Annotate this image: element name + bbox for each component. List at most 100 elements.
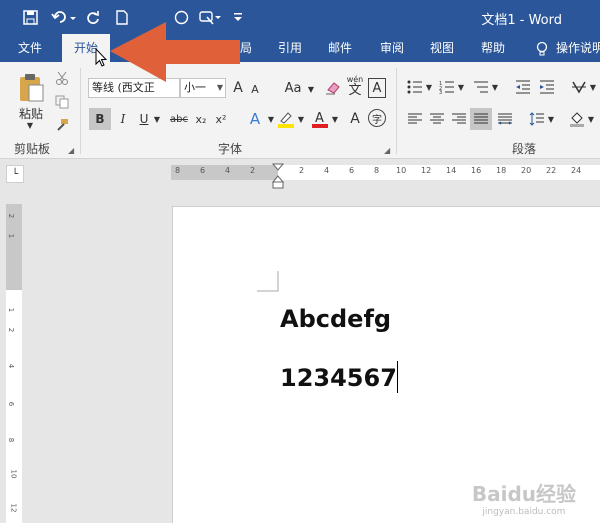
enclose-characters-button[interactable]: 字 <box>368 109 386 127</box>
svg-text:3: 3 <box>439 90 442 94</box>
character-shading-button[interactable]: A <box>346 108 364 130</box>
document-page[interactable]: Abcdefg 1234567 <box>172 206 600 523</box>
tab-references[interactable]: 引用 <box>268 34 312 62</box>
bold-button[interactable]: B <box>89 108 111 130</box>
ruler-tick: 22 <box>546 166 557 175</box>
horizontal-ruler[interactable]: 8 6 4 2 2 4 6 8 10 12 14 16 18 20 22 24 <box>171 165 600 180</box>
ruler-tick: 12 <box>421 166 432 175</box>
ruler-tick: 8 <box>7 437 16 443</box>
align-right-icon[interactable] <box>450 110 468 128</box>
ruler-tick: 6 <box>349 166 355 175</box>
underline-chevron-icon[interactable]: ▼ <box>152 108 162 130</box>
paste-options-chevron-icon[interactable]: ▼ <box>24 120 36 130</box>
vertical-ruler[interactable]: 2 1 1 2 4 6 8 10 12 <box>6 204 22 523</box>
chinese-layout-icon[interactable] <box>570 78 588 96</box>
group-separator <box>396 68 397 154</box>
clipboard-group-label: 剪贴板 <box>14 142 51 156</box>
format-painter-icon[interactable] <box>54 117 70 133</box>
tab-mailings[interactable]: 邮件 <box>318 34 362 62</box>
text-effects-chevron-icon[interactable]: ▼ <box>266 110 276 128</box>
group-separator <box>80 68 81 154</box>
ruler-tick: 4 <box>7 363 16 369</box>
ruler-tick: 18 <box>496 166 507 175</box>
ruler-tick: 6 <box>7 401 16 407</box>
font-launcher-icon[interactable]: ◢ <box>384 146 390 155</box>
numbering-icon[interactable]: 123 <box>438 78 456 96</box>
character-border-button[interactable]: A <box>368 78 386 98</box>
tab-file[interactable]: 文件 <box>8 34 52 62</box>
document-text-line-2-text: 1234567 <box>280 364 397 392</box>
line-spacing-chevron-icon[interactable]: ▼ <box>546 112 556 126</box>
distributed-icon[interactable] <box>496 110 514 128</box>
ruler-tick: 4 <box>225 166 231 175</box>
paste-label[interactable]: 粘贴 <box>14 106 48 121</box>
font-group-label: 字体 <box>218 142 243 156</box>
ruler-tick: 20 <box>521 166 532 175</box>
copy-icon[interactable] <box>54 94 70 110</box>
cut-icon[interactable] <box>54 70 70 86</box>
justify-icon[interactable] <box>470 108 492 130</box>
ruler-tick: 8 <box>175 166 181 175</box>
watermark-url: jingyan.baidu.com <box>482 507 566 517</box>
text-effects-button[interactable]: A <box>244 108 266 130</box>
phonetic-guide-button[interactable]: wén 文 <box>346 74 364 100</box>
increase-indent-icon[interactable] <box>538 78 556 96</box>
highlight-chevron-icon[interactable]: ▼ <box>296 110 306 128</box>
ruler-tick: 12 <box>9 503 18 513</box>
document-text-line-2[interactable]: 1234567 <box>280 361 398 393</box>
italic-button[interactable]: I <box>114 108 132 130</box>
numbering-chevron-icon[interactable]: ▼ <box>456 80 466 94</box>
ruler-tick: 2 <box>7 213 16 219</box>
ruler-tick: 2 <box>7 327 16 333</box>
highlight-icon[interactable] <box>276 108 296 130</box>
clipboard-launcher-icon[interactable]: ◢ <box>68 146 74 155</box>
redo-icon[interactable] <box>84 8 102 26</box>
decrease-indent-icon[interactable] <box>514 78 532 96</box>
margin-corner-mark <box>257 271 279 292</box>
title-bar: 文档1 - Word <box>0 0 600 34</box>
text-cursor <box>396 361 398 393</box>
document-text-line-1[interactable]: Abcdefg <box>280 305 391 333</box>
multilevel-list-icon[interactable] <box>472 78 490 96</box>
window-title: 文档1 - Word <box>481 13 562 28</box>
tell-me-search[interactable]: 操作说明 <box>556 34 600 62</box>
font-color-chevron-icon[interactable]: ▼ <box>330 110 340 128</box>
shading-chevron-icon[interactable]: ▼ <box>586 112 596 126</box>
paste-icon[interactable] <box>14 72 48 104</box>
align-left-icon[interactable] <box>406 110 424 128</box>
line-spacing-icon[interactable] <box>528 110 546 128</box>
ruler-tick: 2 <box>299 166 305 175</box>
ruler-tick: 4 <box>324 166 330 175</box>
tab-view[interactable]: 视图 <box>420 34 464 62</box>
chinese-layout-chevron-icon[interactable]: ▼ <box>588 80 598 94</box>
align-center-icon[interactable] <box>428 110 446 128</box>
ruler-tick: 14 <box>446 166 457 175</box>
undo-icon[interactable] <box>50 8 78 26</box>
indent-marker-icon[interactable] <box>272 163 284 189</box>
tab-help[interactable]: 帮助 <box>471 34 515 62</box>
lightbulb-icon <box>534 40 550 58</box>
save-icon[interactable] <box>20 8 40 26</box>
ruler-tick: 6 <box>200 166 206 175</box>
tab-selector-icon[interactable]: └ <box>6 165 24 183</box>
superscript-button[interactable]: x² <box>212 108 230 130</box>
multilevel-chevron-icon[interactable]: ▼ <box>490 80 500 94</box>
underline-button[interactable]: U <box>136 108 152 130</box>
change-case-button[interactable]: Aa <box>280 78 306 98</box>
ruler-tick: 10 <box>396 166 407 175</box>
strikethrough-button[interactable]: abc <box>168 108 190 130</box>
annotation-arrow-icon <box>110 22 240 82</box>
paragraph-group-label: 段落 <box>512 142 537 156</box>
ruler-tick: 8 <box>374 166 380 175</box>
phonetic-char: 文 <box>348 83 362 98</box>
ribbon: 粘贴 ▼ 剪贴板 ◢ 等线 (西文正 小一 ▼ A A Aa ▼ wén 文 A… <box>0 62 600 159</box>
shading-icon[interactable] <box>568 110 586 128</box>
bullets-chevron-icon[interactable]: ▼ <box>424 80 434 94</box>
bullets-icon[interactable] <box>406 78 424 96</box>
clear-formatting-icon[interactable] <box>324 78 342 98</box>
font-color-icon[interactable]: A <box>310 108 330 130</box>
subscript-button[interactable]: x₂ <box>192 108 210 130</box>
ruler-tick: 2 <box>250 166 256 175</box>
change-case-chevron-icon[interactable]: ▼ <box>306 80 316 98</box>
tab-review[interactable]: 审阅 <box>370 34 414 62</box>
